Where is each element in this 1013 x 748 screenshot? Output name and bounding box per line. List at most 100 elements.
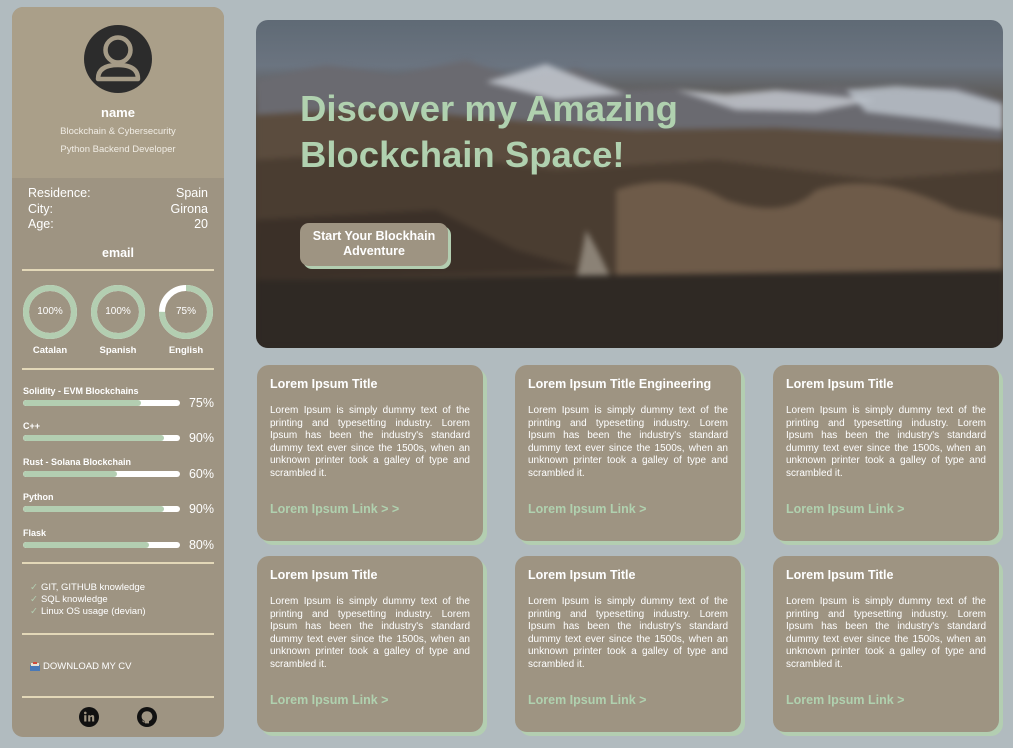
language-ring: 75% bbox=[158, 284, 214, 340]
card-title: Lorem Ipsum Title bbox=[786, 568, 894, 582]
email-link[interactable]: email bbox=[12, 246, 224, 260]
knowledge-list: ✓ GIT, GITHUB knowledge ✓ SQL knowledge ✓ L… bbox=[12, 564, 224, 618]
skill-item: Solidity - EVM Blockchains 75% bbox=[23, 382, 214, 418]
hero-banner: Discover my Amazing Blockchain Space! St… bbox=[256, 20, 1003, 348]
residence-value: Spain bbox=[176, 186, 208, 200]
download-cv-link[interactable]: DOWNLOAD MY CV bbox=[12, 659, 224, 673]
card-text: Lorem Ipsum is simply dummy text of the … bbox=[270, 405, 470, 479]
info-card: Lorem Ipsum Title Lorem Ipsum is simply … bbox=[773, 556, 999, 732]
skill-bar bbox=[23, 435, 180, 441]
info-card: Lorem Ipsum Title Lorem Ipsum is simply … bbox=[515, 556, 741, 732]
divider bbox=[22, 696, 214, 698]
divider bbox=[22, 367, 214, 370]
language-percent: 75% bbox=[175, 305, 196, 317]
card-link[interactable]: Lorem Ipsum Link > bbox=[786, 693, 904, 707]
card-link[interactable]: Lorem Ipsum Link > > bbox=[270, 502, 399, 516]
hero-background-image bbox=[256, 60, 1003, 348]
skill-bar-fill bbox=[23, 470, 118, 477]
age-label: Age: bbox=[28, 217, 54, 231]
info-card: Lorem Ipsum Title Engineering Lorem Ipsu… bbox=[515, 365, 741, 541]
skill-item: Rust - Solana Blockchain 60% bbox=[23, 453, 214, 489]
city-row: City: Girona bbox=[28, 202, 208, 218]
card-text: Lorem Ipsum is simply dummy text of the … bbox=[528, 405, 728, 479]
linkedin-icon[interactable] bbox=[79, 707, 99, 727]
card-text: Lorem Ipsum is simply dummy text of the … bbox=[786, 596, 986, 670]
skill-percent: 90% bbox=[188, 431, 214, 445]
knowledge-item: ✓ GIT, GITHUB knowledge bbox=[30, 582, 145, 593]
language-ring: 100% bbox=[90, 284, 146, 340]
language-english: 75% English bbox=[158, 284, 214, 356]
card-title: Lorem Ipsum Title bbox=[528, 568, 636, 582]
language-percent: 100% bbox=[105, 305, 131, 317]
age-value: 20 bbox=[194, 217, 208, 231]
skill-name: Solidity - EVM Blockchains bbox=[23, 385, 139, 396]
skill-item: Python 90% bbox=[23, 488, 214, 524]
language-name: Catalan bbox=[32, 344, 68, 356]
skill-percent: 90% bbox=[188, 502, 214, 516]
card-title: Lorem Ipsum Title Engineering bbox=[528, 377, 712, 391]
card-link[interactable]: Lorem Ipsum Link > bbox=[786, 502, 904, 516]
residence-row: Residence: Spain bbox=[28, 186, 208, 202]
city-value: Girona bbox=[170, 201, 208, 216]
hero-title: Discover my Amazing Blockchain Space! bbox=[300, 88, 678, 175]
skill-name: Flask bbox=[23, 527, 47, 538]
skills-list: Solidity - EVM Blockchains 75% C++ 90% R… bbox=[12, 382, 224, 560]
info-card: Lorem Ipsum Title Lorem Ipsum is simply … bbox=[773, 365, 999, 541]
check-icon: ✓ bbox=[30, 594, 38, 605]
skill-percent: 75% bbox=[188, 395, 214, 410]
skill-bar bbox=[23, 399, 180, 406]
card-text: Lorem Ipsum is simply dummy text of the … bbox=[270, 596, 470, 670]
skill-item: C++ 90% bbox=[23, 417, 214, 453]
language-percent: 100% bbox=[37, 305, 63, 317]
residence-label: Residence: bbox=[28, 186, 91, 200]
card-title: Lorem Ipsum Title bbox=[270, 377, 378, 391]
download-label: DOWNLOAD MY CV bbox=[43, 660, 132, 672]
skill-bar-fill bbox=[23, 506, 165, 512]
language-name: English bbox=[168, 344, 204, 356]
skill-bar bbox=[23, 506, 180, 512]
skill-bar bbox=[23, 541, 180, 548]
age-row: Age: 20 bbox=[28, 217, 208, 233]
skill-bar-fill bbox=[23, 399, 141, 406]
card-text: Lorem Ipsum is simply dummy text of the … bbox=[528, 596, 728, 670]
check-icon: ✓ bbox=[30, 582, 38, 593]
skill-bar-fill bbox=[23, 435, 165, 441]
card-text: Lorem Ipsum is simply dummy text of the … bbox=[786, 405, 986, 479]
knowledge-item: ✓ Linux OS usage (devian) bbox=[30, 606, 146, 617]
language-ring: 100% bbox=[22, 284, 78, 340]
profile-role-secondary: Python Backend Developer bbox=[60, 144, 176, 155]
profile-sidebar: name Blockchain & Cybersecurity Python B… bbox=[12, 7, 224, 737]
language-spanish: 100% Spanish bbox=[90, 284, 146, 356]
skill-bar bbox=[23, 470, 180, 477]
card-link[interactable]: Lorem Ipsum Link > bbox=[528, 502, 646, 516]
profile-header: name Blockchain & Cybersecurity Python B… bbox=[12, 7, 224, 178]
info-card: Lorem Ipsum Title Lorem Ipsum is simply … bbox=[257, 556, 483, 732]
avatar bbox=[84, 25, 152, 93]
skill-name: C++ bbox=[23, 421, 41, 431]
knowledge-item: ✓ SQL knowledge bbox=[30, 594, 108, 605]
check-icon: ✓ bbox=[30, 606, 38, 617]
skill-bar-fill bbox=[23, 541, 149, 548]
card-link[interactable]: Lorem Ipsum Link > bbox=[270, 693, 388, 707]
github-icon[interactable] bbox=[137, 707, 157, 727]
start-adventure-button[interactable]: Start Your Blockhain Adventure bbox=[300, 223, 448, 266]
card-link[interactable]: Lorem Ipsum Link > bbox=[528, 693, 646, 707]
card-title: Lorem Ipsum Title bbox=[270, 568, 378, 582]
skill-percent: 60% bbox=[188, 466, 214, 481]
skill-name: Rust - Solana Blockchain bbox=[23, 456, 132, 467]
profile-role-primary: Blockchain & Cybersecurity bbox=[60, 126, 176, 137]
divider bbox=[22, 268, 214, 271]
city-label: City: bbox=[28, 201, 53, 216]
divider bbox=[22, 633, 214, 635]
profile-name: name bbox=[101, 105, 135, 120]
social-links bbox=[12, 707, 224, 727]
download-icon bbox=[30, 661, 40, 671]
card-title: Lorem Ipsum Title bbox=[786, 377, 894, 391]
language-name: Spanish bbox=[99, 344, 137, 356]
language-rings: 100% Catalan 100% Spanish 75% English bbox=[12, 284, 224, 356]
skill-name: Python bbox=[23, 492, 54, 502]
personal-info: Residence: Spain City: Girona Age: 20 bbox=[12, 178, 224, 233]
skill-item: Flask 80% bbox=[23, 524, 214, 560]
skill-percent: 80% bbox=[188, 537, 214, 552]
info-card: Lorem Ipsum Title Lorem Ipsum is simply … bbox=[257, 365, 483, 541]
